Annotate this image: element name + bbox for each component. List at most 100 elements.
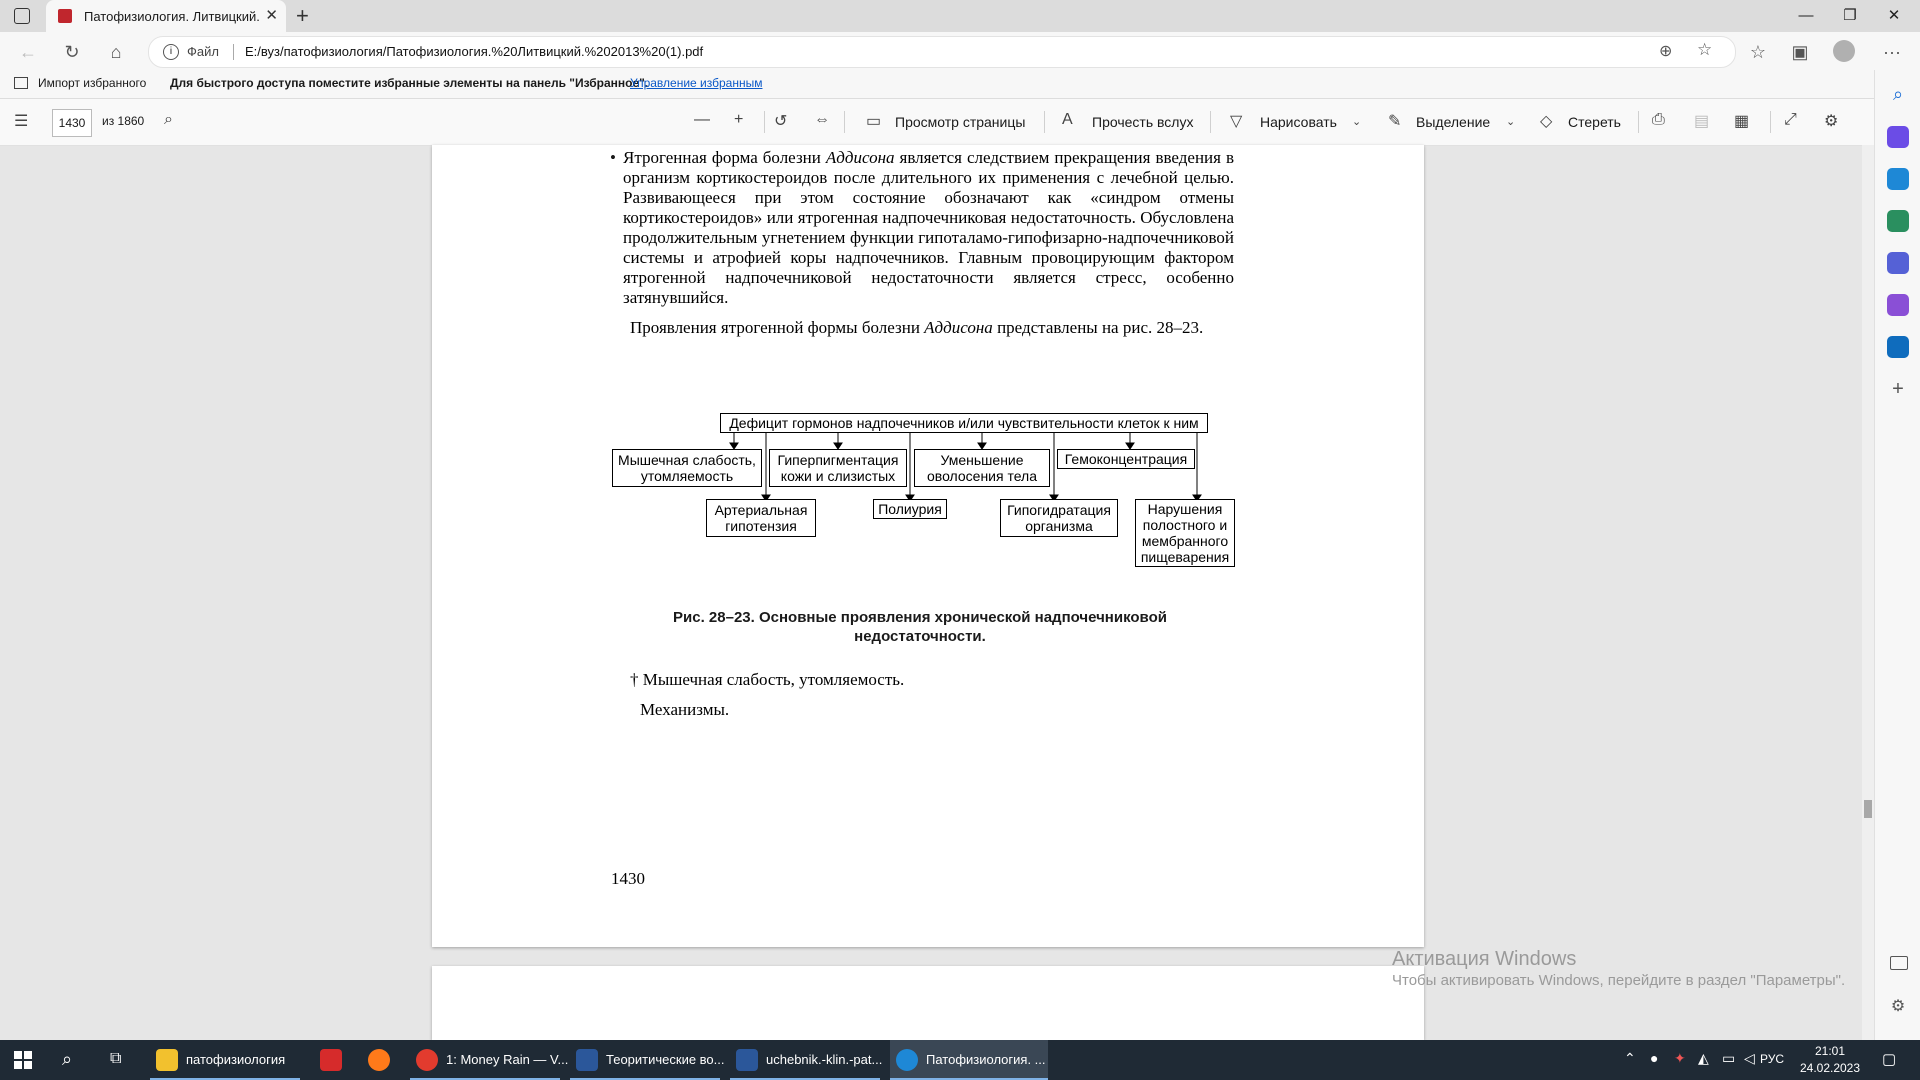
diagram-box-hair-loss: Уменьшение оволосения тела [914,449,1050,487]
toolbar-divider [764,111,765,133]
tray-chevron-icon[interactable]: ⌃ [1624,1050,1636,1067]
favorites-icon[interactable]: ☆ [1746,40,1770,64]
task-view-icon[interactable]: ⧉ [110,1050,121,1068]
toolbar-divider [844,111,845,133]
close-tab-icon[interactable]: ✕ [265,6,278,24]
url-text[interactable]: E:/вуз/патофизиология/Патофизиология.%20… [245,44,703,59]
clock[interactable]: 21:01 24.02.2023 [1790,1043,1870,1077]
taskbar-item-word-2[interactable]: uchebnik.-klin.-pat... [730,1040,882,1080]
save-icon[interactable]: ▤ [1694,111,1709,131]
new-tab-icon[interactable]: + [296,3,309,29]
profile-avatar[interactable] [1833,40,1855,62]
tab-actions-icon[interactable] [14,8,30,24]
text-muscle-weakness: † Мышечная слабость, утомляемость. [630,670,905,689]
taskbar-item-explorer[interactable]: патофизиология [150,1040,300,1080]
taskbar-item-browser[interactable]: 1: Money Rain — V... [410,1040,568,1080]
page-number-input[interactable]: 1430 [52,109,92,137]
highlight-dropdown-icon[interactable]: ⌄ [1506,115,1515,128]
rotate-icon[interactable]: ↺ [774,111,787,131]
activation-watermark-subtitle: Чтобы активировать Windows, перейдите в … [1392,972,1846,989]
draw-icon[interactable]: ▽ [1230,111,1242,131]
split-screen-icon[interactable] [1890,956,1908,970]
caption-line-1: Рис. 28–23. Основные проявления хроничес… [673,609,1167,626]
notifications-icon[interactable]: ▢ [1882,1050,1896,1068]
favorites-bar: Импорт избранного Для быстрого доступа п… [0,70,1920,99]
restore-button[interactable]: ❐ [1830,4,1870,28]
highlight-icon[interactable]: ✎ [1388,111,1401,131]
settings-icon[interactable]: ⚙ [1824,111,1838,131]
minimize-button[interactable]: — [1786,4,1826,28]
diagram-box-hypotension: Артериальная гипотензия [706,499,816,537]
firefox-icon [368,1049,390,1071]
shopping-icon[interactable] [1887,168,1909,190]
more-icon[interactable]: ··· [1880,40,1904,64]
back-icon[interactable]: ← [16,40,40,64]
search-icon[interactable]: ⌕ [164,111,173,129]
network-status-icon[interactable]: ◭ [1698,1050,1709,1067]
info-icon[interactable]: i [163,44,179,60]
page-view-icon[interactable]: ▭ [866,111,881,131]
erase-button[interactable]: Стереть [1568,114,1621,130]
start-icon[interactable] [14,1051,32,1069]
import-favorites-button[interactable]: Импорт избранного [38,76,146,90]
taskbar-item-edge[interactable]: Патофизиология. ... [890,1040,1048,1080]
add-sidebar-icon[interactable]: + [1887,378,1909,400]
home-icon[interactable]: ⌂ [104,40,128,64]
pdf-icon [58,9,72,23]
paragraph-figure-ref: Проявления ятрогенной формы болезни Адди… [630,318,1234,338]
page-view-button[interactable]: Просмотр страницы [895,114,1025,130]
office-icon[interactable] [1887,294,1909,316]
taskbar-item-firefox[interactable] [362,1040,398,1080]
taskbar-item-label: патофизиология [186,1052,286,1067]
contents-icon[interactable]: ☰ [14,111,28,131]
taskbar-item-label: 1: Money Rain — V... [446,1052,569,1067]
save-as-icon[interactable]: ▦ [1734,111,1749,131]
search-sidebar-icon[interactable]: ⌕ [1887,84,1909,106]
address-bar[interactable]: i Файл E:/вуз/патофизиология/Патофизиоло… [148,36,1736,68]
network-icon[interactable]: ✦ [1674,1050,1686,1067]
print-icon[interactable]: ⎙ [1652,111,1665,129]
collections-icon[interactable]: ▣ [1788,40,1812,64]
zoom-out-icon[interactable]: — [694,111,710,129]
draw-button[interactable]: Нарисовать [1260,114,1337,130]
close-window-button[interactable]: ✕ [1874,4,1914,28]
zoom-icon[interactable]: ⊕ [1659,41,1672,61]
yandex-icon [320,1049,342,1071]
para1-text-b: является следствием прекращения введения… [623,148,1234,307]
add-favorite-icon[interactable]: ☆ [1697,40,1712,60]
manage-favorites-link[interactable]: Управление избранным [630,76,762,90]
highlight-button[interactable]: Выделение [1416,114,1490,130]
para2-text-a: Проявления ятрогенной формы болезни [630,318,925,337]
input-language[interactable]: РУС [1760,1052,1784,1066]
refresh-icon[interactable]: ↻ [60,40,84,64]
search-taskbar-icon[interactable]: ⌕ [62,1049,72,1070]
microphone-icon[interactable]: ● [1650,1050,1658,1066]
caption-line-2: недостаточности. [854,628,986,645]
volume-icon[interactable]: ◁ [1744,1050,1755,1067]
total-pages: из 1860 [102,114,145,128]
tools-icon[interactable] [1887,210,1909,232]
diagram-box-polyuria: Полиурия [873,499,947,519]
draw-dropdown-icon[interactable]: ⌄ [1352,115,1361,128]
tab-title: Патофизиология. Литвицкий. 2013 [84,9,260,24]
scrollbar-thumb[interactable] [1864,800,1872,818]
sidebar-settings-icon[interactable]: ⚙ [1887,996,1909,1018]
eraser-icon[interactable]: ◇ [1540,111,1552,131]
pdf-toolbar: ☰ 1430 из 1860 ⌕ — + ↺ ⇔ ▭ Просмотр стра… [0,99,1874,146]
browser-tab[interactable]: Патофизиология. Литвицкий. 2013 ✕ [46,0,286,32]
vertical-scrollbar[interactable] [1862,145,1874,1040]
fullscreen-icon[interactable]: ⤢ [1784,111,1797,129]
taskbar-item-yandex[interactable] [314,1040,350,1080]
fit-page-icon[interactable]: ⇔ [814,111,830,129]
clock-time: 21:01 [1814,1044,1846,1058]
taskbar: ⌕ ⧉ патофизиология 1: Money Rain — V... … [0,1040,1920,1080]
games-icon[interactable] [1887,252,1909,274]
display-icon[interactable]: ▭ [1722,1050,1735,1067]
taskbar-item-word-1[interactable]: Теоритические во... [570,1040,725,1080]
read-aloud-icon[interactable]: A [1062,111,1073,129]
zoom-in-icon[interactable]: + [734,111,743,129]
read-aloud-button[interactable]: Прочесть вслух [1092,114,1193,130]
title-bar: Патофизиология. Литвицкий. 2013 ✕ + — ❐ … [0,0,1920,32]
discover-icon[interactable] [1887,126,1909,148]
outlook-icon[interactable] [1887,336,1909,358]
